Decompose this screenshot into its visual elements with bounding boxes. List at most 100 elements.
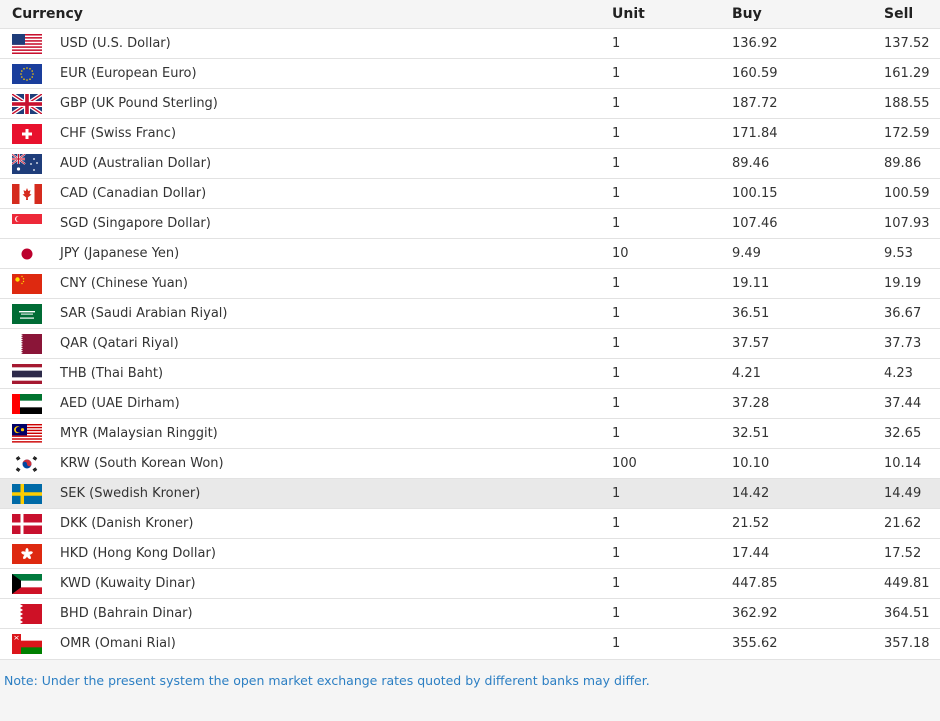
table-row[interactable]: CHF (Swiss Franc) 1 171.84 172.59 bbox=[0, 118, 940, 149]
currency-cell: CHF (Swiss Franc) bbox=[0, 119, 606, 149]
buy-rate-cell: 37.57 bbox=[732, 336, 770, 351]
unit-cell: 1 bbox=[612, 606, 621, 621]
buy-rate-cell: 100.15 bbox=[732, 186, 778, 201]
currency-name: QAR (Qatari Riyal) bbox=[60, 336, 179, 351]
currency-name: KRW (South Korean Won) bbox=[60, 456, 224, 471]
sweden-flag-icon bbox=[12, 483, 42, 504]
table-row[interactable]: CNY (Chinese Yuan) 1 19.11 19.19 bbox=[0, 268, 940, 299]
buy-rate-cell: 362.92 bbox=[732, 606, 778, 621]
sell-rate-cell: 107.93 bbox=[884, 216, 930, 231]
unit-cell: 1 bbox=[612, 486, 621, 501]
unit-cell: 10 bbox=[612, 246, 629, 261]
buy-rate-cell: 36.51 bbox=[732, 306, 770, 321]
table-row[interactable]: MYR (Malaysian Ringgit) 1 32.51 32.65 bbox=[0, 418, 940, 449]
table-row[interactable]: JPY (Japanese Yen) 10 9.49 9.53 bbox=[0, 238, 940, 269]
qatar-flag-icon bbox=[12, 333, 42, 354]
table-row[interactable]: KRW (South Korean Won) 100 10.10 10.14 bbox=[0, 448, 940, 479]
table-row[interactable]: HKD (Hong Kong Dollar) 1 17.44 17.52 bbox=[0, 538, 940, 569]
currency-cell: THB (Thai Baht) bbox=[0, 359, 606, 389]
sell-rate-cell: 188.55 bbox=[884, 96, 930, 111]
currency-cell: AUD (Australian Dollar) bbox=[0, 149, 606, 179]
table-row[interactable]: OMR (Omani Rial) 1 355.62 357.18 bbox=[0, 628, 940, 659]
currency-name: CNY (Chinese Yuan) bbox=[60, 276, 188, 291]
currency-cell: QAR (Qatari Riyal) bbox=[0, 329, 606, 359]
buy-rate-cell: 447.85 bbox=[732, 576, 778, 591]
currency-column-header: Currency bbox=[0, 0, 606, 29]
currency-cell: CAD (Canadian Dollar) bbox=[0, 179, 606, 209]
currency-cell: GBP (UK Pound Sterling) bbox=[0, 89, 606, 119]
bahrain-flag-icon bbox=[12, 603, 42, 624]
currency-cell: BHD (Bahrain Dinar) bbox=[0, 599, 606, 629]
currency-cell: JPY (Japanese Yen) bbox=[0, 239, 606, 269]
unit-cell: 1 bbox=[612, 216, 621, 231]
unit-column-header: Unit bbox=[606, 0, 726, 29]
unit-cell: 100 bbox=[612, 456, 637, 471]
kuwait-flag-icon bbox=[12, 573, 42, 594]
currency-name: SAR (Saudi Arabian Riyal) bbox=[60, 306, 228, 321]
table-row[interactable]: AUD (Australian Dollar) 1 89.46 89.86 bbox=[0, 148, 940, 179]
unit-cell: 1 bbox=[612, 96, 621, 111]
table-row[interactable]: EUR (European Euro) 1 160.59 161.29 bbox=[0, 58, 940, 89]
sell-rate-cell: 19.19 bbox=[884, 276, 922, 291]
unit-cell: 1 bbox=[612, 426, 621, 441]
table-row[interactable]: SAR (Saudi Arabian Riyal) 1 36.51 36.67 bbox=[0, 298, 940, 329]
buy-rate-cell: 19.11 bbox=[732, 276, 770, 291]
currency-cell: EUR (European Euro) bbox=[0, 59, 606, 89]
buy-rate-cell: 171.84 bbox=[732, 126, 778, 141]
currency-name: DKK (Danish Kroner) bbox=[60, 516, 194, 531]
currency-name: SEK (Swedish Kroner) bbox=[60, 486, 201, 501]
table-row[interactable]: QAR (Qatari Riyal) 1 37.57 37.73 bbox=[0, 328, 940, 359]
unit-cell: 1 bbox=[612, 366, 621, 381]
currency-name: HKD (Hong Kong Dollar) bbox=[60, 546, 216, 561]
buy-rate-cell: 32.51 bbox=[732, 426, 770, 441]
table-row[interactable]: CAD (Canadian Dollar) 1 100.15 100.59 bbox=[0, 178, 940, 209]
buy-rate-cell: 17.44 bbox=[732, 546, 770, 561]
buy-rate-cell: 107.46 bbox=[732, 216, 778, 231]
unit-cell: 1 bbox=[612, 546, 621, 561]
buy-rate-cell: 9.49 bbox=[732, 246, 761, 261]
sell-rate-cell: 161.29 bbox=[884, 66, 930, 81]
table-row[interactable]: GBP (UK Pound Sterling) 1 187.72 188.55 bbox=[0, 88, 940, 119]
currency-name: AUD (Australian Dollar) bbox=[60, 156, 212, 171]
uk-flag-icon bbox=[12, 93, 42, 114]
unit-cell: 1 bbox=[612, 396, 621, 411]
buy-rate-cell: 160.59 bbox=[732, 66, 778, 81]
sell-rate-cell: 449.81 bbox=[884, 576, 930, 591]
table-row[interactable]: DKK (Danish Kroner) 1 21.52 21.62 bbox=[0, 508, 940, 539]
currency-cell: CNY (Chinese Yuan) bbox=[0, 269, 606, 299]
table-row[interactable]: BHD (Bahrain Dinar) 1 362.92 364.51 bbox=[0, 598, 940, 629]
table-row[interactable]: USD (U.S. Dollar) 1 136.92 137.52 bbox=[0, 28, 940, 59]
australia-flag-icon bbox=[12, 153, 42, 174]
unit-cell: 1 bbox=[612, 636, 621, 652]
table-row[interactable]: THB (Thai Baht) 1 4.21 4.23 bbox=[0, 358, 940, 389]
currency-name: GBP (UK Pound Sterling) bbox=[60, 96, 218, 111]
saudi-arabia-flag-icon bbox=[12, 303, 42, 324]
sell-rate-cell: 17.52 bbox=[884, 546, 922, 561]
table-row[interactable]: KWD (Kuwaity Dinar) 1 447.85 449.81 bbox=[0, 568, 940, 599]
switzerland-flag-icon bbox=[12, 123, 42, 144]
unit-cell: 1 bbox=[612, 576, 621, 591]
table-row[interactable]: AED (UAE Dirham) 1 37.28 37.44 bbox=[0, 388, 940, 419]
table-header: Currency Unit Buy Sell bbox=[0, 0, 940, 29]
currency-name: CHF (Swiss Franc) bbox=[60, 126, 177, 141]
exchange-rate-table: Currency Unit Buy Sell USD (U.S. Dollar)… bbox=[0, 0, 940, 659]
singapore-flag-icon bbox=[12, 213, 42, 234]
unit-cell: 1 bbox=[612, 156, 621, 171]
table-body: USD (U.S. Dollar) 1 136.92 137.52 EUR (E… bbox=[0, 28, 940, 659]
unit-cell: 1 bbox=[612, 336, 621, 351]
buy-rate-cell: 14.42 bbox=[732, 486, 770, 501]
table-row[interactable]: SGD (Singapore Dollar) 1 107.46 107.93 bbox=[0, 208, 940, 239]
unit-cell: 1 bbox=[612, 276, 621, 291]
table-row[interactable]: SEK (Swedish Kroner) 1 14.42 14.49 bbox=[0, 478, 940, 509]
malaysia-flag-icon bbox=[12, 423, 42, 444]
sell-rate-cell: 4.23 bbox=[884, 366, 913, 381]
sell-rate-cell: 37.73 bbox=[884, 336, 922, 351]
usa-flag-icon bbox=[12, 33, 42, 54]
unit-cell: 1 bbox=[612, 306, 621, 321]
oman-flag-icon bbox=[12, 633, 42, 654]
currency-cell: AED (UAE Dirham) bbox=[0, 389, 606, 419]
exchange-rate-panel: Currency Unit Buy Sell USD (U.S. Dollar)… bbox=[0, 0, 940, 702]
buy-rate-cell: 21.52 bbox=[732, 516, 770, 531]
currency-cell: HKD (Hong Kong Dollar) bbox=[0, 539, 606, 569]
unit-cell: 1 bbox=[612, 36, 621, 51]
